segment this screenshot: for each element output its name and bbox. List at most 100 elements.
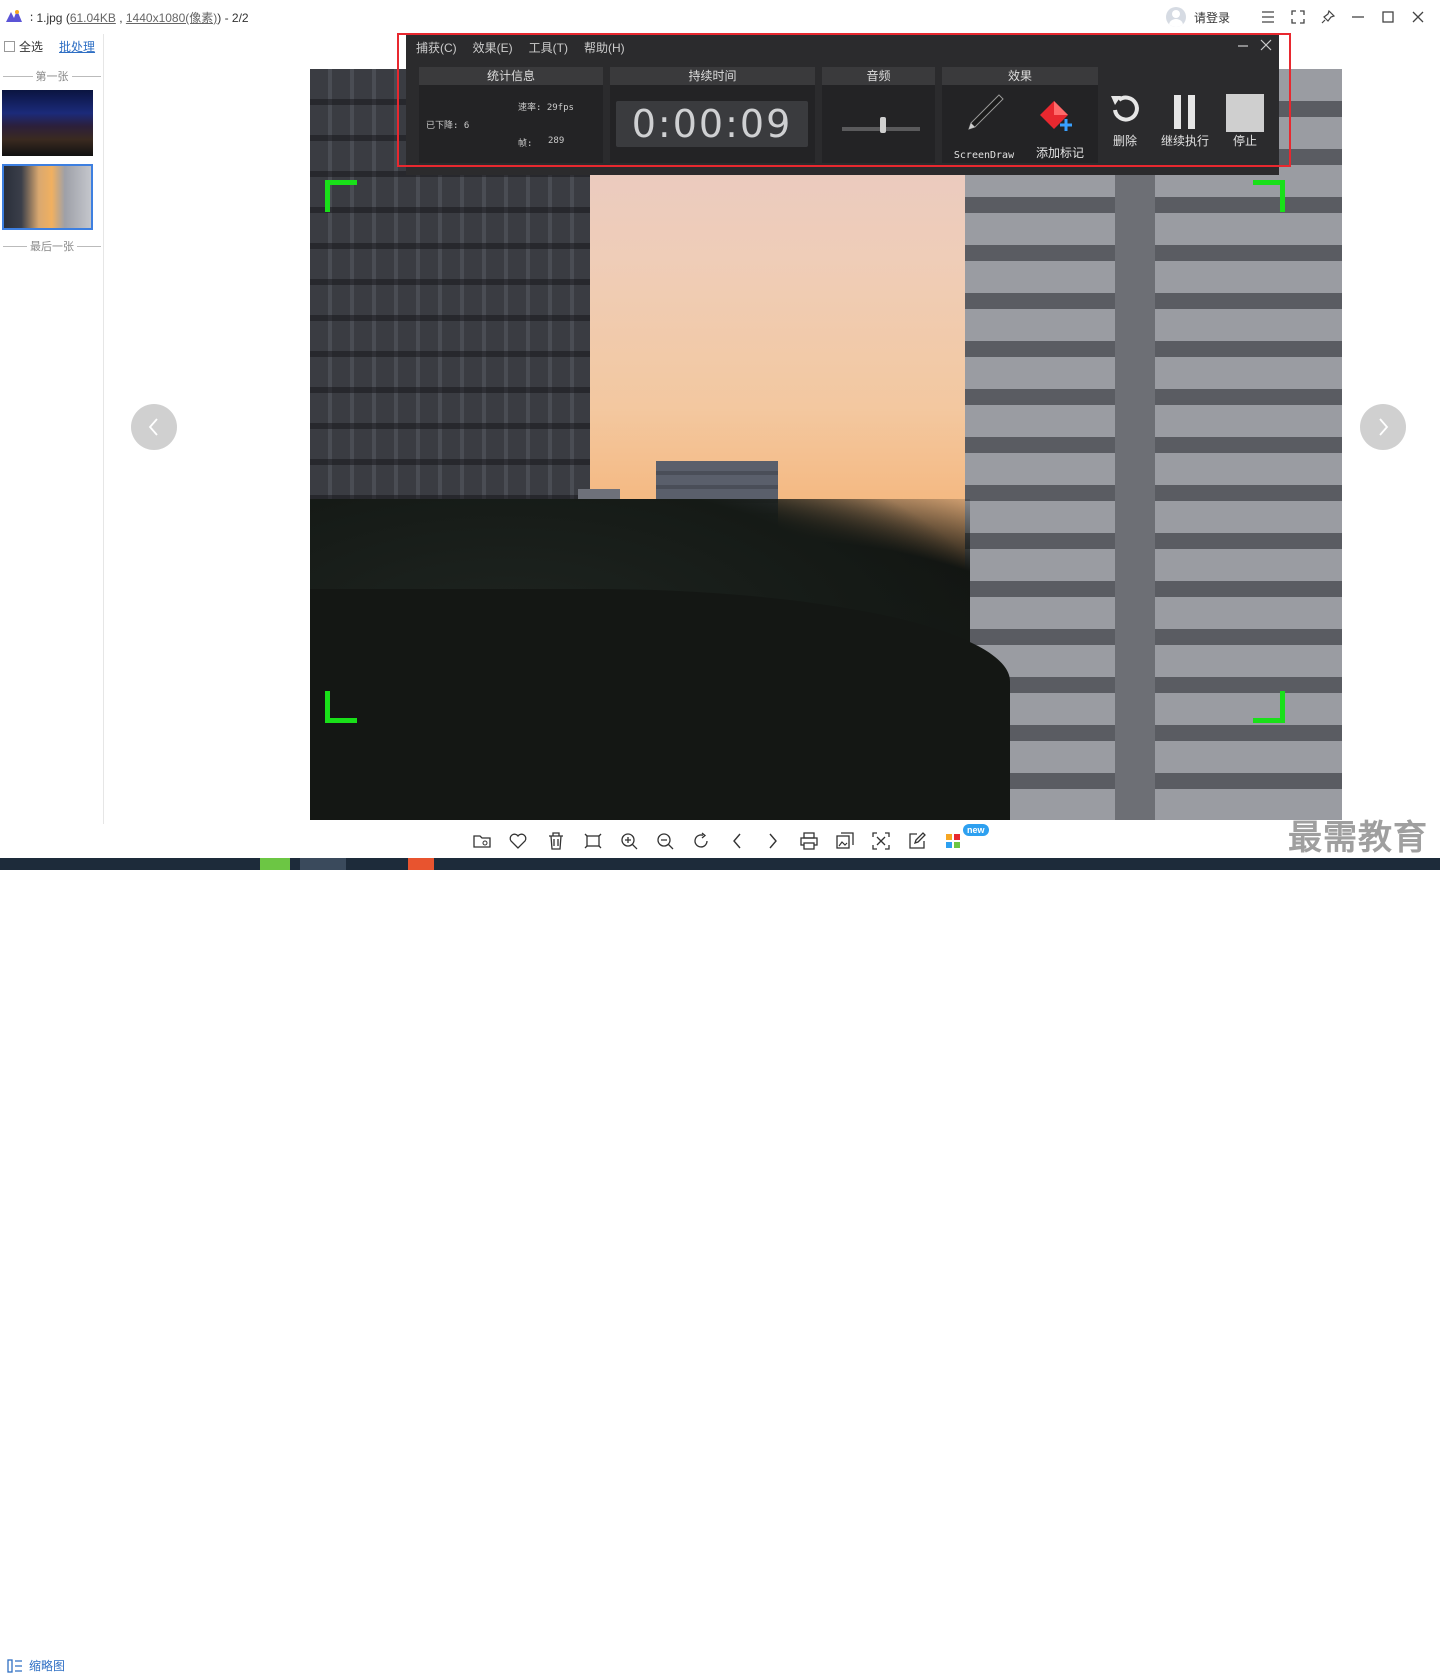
frame-rate: 速率: 29fps: [518, 103, 574, 113]
title-bar: ∶ 1.jpg (61.04KB , 1440x1080(像素)) - 2/2 …: [0, 0, 1440, 34]
zoom-in-icon[interactable]: [618, 830, 640, 852]
stop-button[interactable]: 停止: [1220, 91, 1270, 149]
screenshot-icon[interactable]: [870, 830, 892, 852]
recorder-menubar: 捕获(C) 效果(E) 工具(T) 帮助(H): [406, 35, 1279, 59]
undo-icon: [1111, 95, 1139, 122]
capture-corner-top-left: [325, 180, 357, 212]
window-title: ∶ 1.jpg (61.04KB , 1440x1080(像素)) - 2/2: [30, 9, 249, 26]
thumbnail-grid-icon: [7, 1658, 22, 1673]
pin-icon[interactable]: [1318, 7, 1338, 27]
previous-icon[interactable]: [726, 830, 748, 852]
close-icon[interactable]: [1408, 7, 1428, 27]
zoom-out-icon[interactable]: [654, 830, 676, 852]
fit-window-icon[interactable]: [582, 830, 604, 852]
screendraw-label: ScreenDraw: [953, 150, 1015, 161]
avatar[interactable]: [1166, 7, 1186, 27]
resume-button[interactable]: 继续执行: [1156, 91, 1214, 149]
rotate-icon[interactable]: [690, 830, 712, 852]
select-row: 全选 批处理: [4, 38, 95, 55]
dropped-frames: 已下降: 6: [426, 121, 470, 131]
pen-icon: [968, 94, 1004, 130]
add-marker-label: 添加标记: [1035, 146, 1084, 160]
thumbnail-toggle[interactable]: 缩略图: [7, 1657, 65, 1674]
recorder-minimize-icon[interactable]: [1237, 39, 1249, 54]
delete-label: 删除: [1112, 134, 1137, 148]
delete-button[interactable]: 删除: [1102, 91, 1148, 149]
pause-icon: [1174, 95, 1195, 129]
recorder-close-icon[interactable]: [1260, 39, 1272, 54]
minimize-icon[interactable]: [1348, 7, 1368, 27]
login-area[interactable]: 请登录: [1166, 6, 1230, 28]
previous-image-button[interactable]: [131, 404, 177, 450]
maximize-icon[interactable]: [1378, 7, 1398, 27]
audio-group: 音频: [822, 67, 935, 163]
chevron-right-icon: [1379, 418, 1389, 436]
title-suffix: ) - 2/2: [217, 11, 249, 25]
batch-process-link[interactable]: 批处理: [59, 38, 95, 55]
taskbar-app-1[interactable]: [260, 858, 290, 870]
taskbar: [0, 858, 1440, 870]
capture-corner-bottom-left: [325, 691, 357, 723]
next-icon[interactable]: [762, 830, 784, 852]
thumbnail-panel: 全选 批处理 第一张 最后一张: [0, 34, 104, 824]
thumbnail-2-selected[interactable]: [2, 164, 93, 230]
first-label: 第一张: [35, 71, 69, 83]
app-logo-icon: [6, 10, 22, 22]
new-badge: new: [963, 824, 989, 836]
menu-icon[interactable]: [1258, 7, 1278, 27]
audio-volume-slider[interactable]: [880, 117, 886, 133]
title-sep: ,: [115, 11, 126, 25]
thumbnail-toggle-label[interactable]: 缩略图: [29, 1657, 65, 1674]
apps-icon[interactable]: [942, 830, 964, 852]
recording-timer: 0:00:09: [616, 101, 808, 147]
menu-capture[interactable]: 捕获(C): [416, 39, 457, 56]
resume-label: 继续执行: [1160, 134, 1209, 148]
select-all-label[interactable]: 全选: [19, 38, 43, 55]
last-separator: 最后一张: [0, 238, 104, 254]
bottom-toolbar: 缩略图 new: [0, 824, 1440, 1673]
stop-label: 停止: [1232, 134, 1257, 148]
title-prefix: ∶ 1.jpg (: [30, 11, 70, 25]
frames-label: 帧:: [518, 139, 533, 149]
last-label: 最后一张: [30, 241, 74, 253]
login-label[interactable]: 请登录: [1194, 9, 1230, 26]
delete-trash-icon[interactable]: [545, 830, 567, 852]
favorite-heart-icon[interactable]: [507, 830, 529, 852]
frames-value: 289: [548, 136, 565, 146]
select-all-checkbox[interactable]: [4, 41, 15, 52]
effects-title: 效果: [942, 67, 1098, 85]
image-dimensions[interactable]: 1440x1080(像素): [126, 11, 217, 25]
add-marker-button[interactable]: 添加标记: [1024, 91, 1096, 161]
main-photo: [310, 69, 1342, 820]
marker-icon: [1040, 101, 1072, 131]
recorder-window: 捕获(C) 效果(E) 工具(T) 帮助(H) 统计信息 已下降: 6 速率: …: [406, 35, 1279, 175]
watermark: 最需教育: [1288, 819, 1428, 857]
stats-group: 统计信息 已下降: 6 速率: 29fps 帧: 289: [419, 67, 603, 163]
copy-image-icon[interactable]: [834, 830, 856, 852]
chevron-left-icon: [148, 418, 158, 436]
duration-group: 持续时间 0:00:09: [610, 67, 815, 163]
audio-title: 音频: [822, 67, 935, 85]
photo-building-right: [965, 69, 1342, 820]
taskbar-app-3[interactable]: [408, 858, 434, 870]
photo-trees-foreground: [310, 589, 1010, 820]
menu-effects[interactable]: 效果(E): [473, 39, 513, 56]
fullscreen-icon[interactable]: [1288, 7, 1308, 27]
edit-icon[interactable]: [906, 830, 928, 852]
capture-corner-top-right: [1253, 180, 1285, 212]
file-size[interactable]: 61.04KB: [70, 11, 116, 25]
first-separator: 第一张: [0, 68, 104, 84]
stop-icon: [1226, 94, 1264, 132]
duration-title: 持续时间: [610, 67, 815, 85]
print-icon[interactable]: [798, 830, 820, 852]
taskbar-app-2[interactable]: [300, 858, 346, 870]
thumbnail-1[interactable]: [2, 90, 93, 156]
screendraw-button[interactable]: ScreenDraw: [946, 91, 1022, 161]
next-image-button[interactable]: [1360, 404, 1406, 450]
effects-group: 效果 ScreenDraw 添加标记: [942, 67, 1098, 163]
menu-help[interactable]: 帮助(H): [584, 39, 625, 56]
capture-corner-bottom-right: [1253, 691, 1285, 723]
menu-tools[interactable]: 工具(T): [529, 39, 568, 56]
stats-title: 统计信息: [419, 67, 603, 85]
open-folder-icon[interactable]: [471, 830, 493, 852]
